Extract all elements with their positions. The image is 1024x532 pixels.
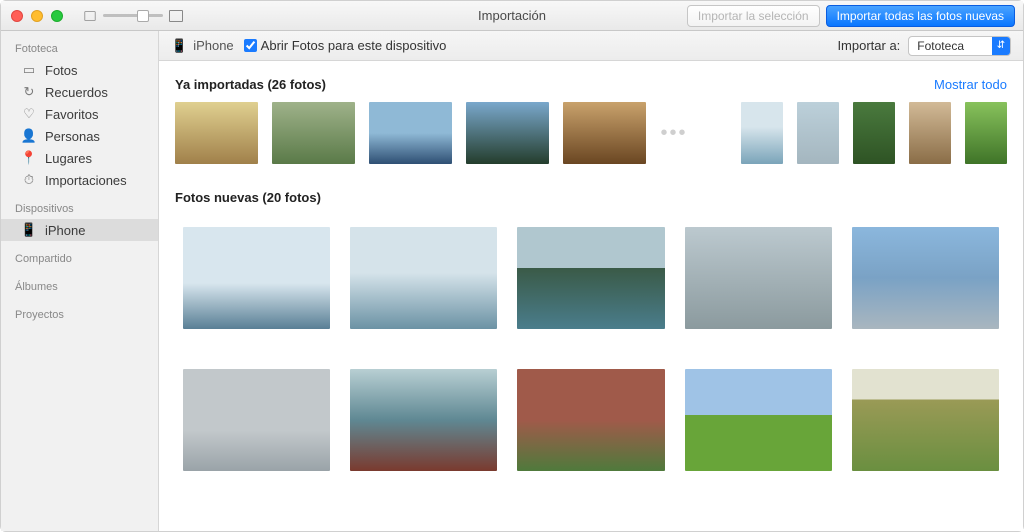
minimize-window[interactable] [31,10,43,22]
new-photo-thumb[interactable] [517,369,664,471]
sidebar-item-photos[interactable]: ▭ Fotos [1,59,158,81]
sidebar-item-label: Fotos [45,63,78,78]
people-icon: 👤 [21,128,37,144]
sidebar-item-label: Recuerdos [45,85,108,100]
import-to-value: Fototeca [909,39,992,53]
iphone-icon: 📱 [21,222,37,238]
import-selected-button[interactable]: Importar la selección [687,5,820,27]
import-all-new-button[interactable]: Importar todas las fotos nuevas [826,5,1015,27]
sidebar-item-imports[interactable]: ⏱ Importaciones [1,169,158,191]
close-window[interactable] [11,10,23,22]
new-photo-thumb[interactable] [517,227,664,329]
sidebar-item-people[interactable]: 👤 Personas [1,125,158,147]
favorites-icon: ♡ [21,106,37,122]
imported-thumb[interactable] [741,102,783,164]
sidebar: Fototeca ▭ Fotos ↻ Recuerdos ♡ Favoritos… [1,31,159,531]
imports-icon: ⏱ [21,172,37,188]
sidebar-item-label: Importaciones [45,173,127,188]
imported-thumb[interactable] [563,102,646,164]
new-photo-thumb[interactable] [852,369,999,471]
device-indicator: 📱 iPhone [171,38,234,54]
new-photos-grid [175,215,1007,491]
content-area: Ya importadas (26 fotos) Mostrar todo ••… [159,61,1023,531]
imported-thumb[interactable] [909,102,951,164]
import-subtoolbar: 📱 iPhone Abrir Fotos para este dispositi… [159,31,1023,61]
sidebar-item-memories[interactable]: ↻ Recuerdos [1,81,158,103]
imported-thumb[interactable] [369,102,452,164]
sidebar-projects-header: Proyectos [1,305,158,325]
new-photos-header: Fotos nuevas (20 fotos) [175,190,321,205]
already-imported-header: Ya importadas (26 fotos) [175,77,326,92]
iphone-icon: 📱 [171,38,187,54]
sidebar-item-places[interactable]: 📍 Lugares [1,147,158,169]
imported-thumb[interactable] [797,102,839,164]
sidebar-item-favorites[interactable]: ♡ Favoritos [1,103,158,125]
new-photo-thumb[interactable] [350,369,497,471]
open-photos-checkbox-label: Abrir Fotos para este dispositivo [261,38,447,53]
imported-thumb[interactable] [965,102,1007,164]
places-icon: 📍 [21,150,37,166]
thumbnail-size-control [83,10,183,22]
device-name: iPhone [193,38,233,53]
sidebar-library-header: Fototeca [1,39,158,59]
open-photos-checkbox-input[interactable] [244,39,257,52]
more-indicator: ••• [660,122,688,145]
imported-thumb[interactable] [272,102,355,164]
new-photo-thumb[interactable] [183,227,330,329]
import-to-label: Importar a: [837,38,900,53]
imported-thumb[interactable] [175,102,258,164]
thumb-large-icon [169,10,183,22]
window-controls [11,10,63,22]
photos-icon: ▭ [21,62,37,78]
sidebar-devices-header: Dispositivos [1,199,158,219]
memories-icon: ↻ [21,84,37,100]
already-imported-row: ••• [175,102,1007,164]
new-photo-thumb[interactable] [183,369,330,471]
new-photo-thumb[interactable] [852,227,999,329]
thumb-small-icon [84,11,95,21]
sidebar-item-iphone[interactable]: 📱 iPhone [1,219,158,241]
titlebar: Importación Importar la selección Import… [1,1,1023,31]
chevron-updown-icon: ⇵ [992,37,1010,55]
zoom-window[interactable] [51,10,63,22]
imported-thumb[interactable] [466,102,549,164]
new-photo-thumb[interactable] [685,227,832,329]
sidebar-item-label: Favoritos [45,107,98,122]
imported-thumb[interactable] [853,102,895,164]
new-photo-thumb[interactable] [350,227,497,329]
show-all-link[interactable]: Mostrar todo [934,77,1007,92]
sidebar-item-label: Personas [45,129,100,144]
thumbnail-size-slider[interactable] [103,14,163,17]
sidebar-shared-header: Compartido [1,249,158,269]
new-photo-thumb[interactable] [685,369,832,471]
import-to-select[interactable]: Fototeca ⇵ [908,36,1011,56]
window-title: Importación [478,8,546,23]
sidebar-item-label: iPhone [45,223,85,238]
open-photos-checkbox[interactable]: Abrir Fotos para este dispositivo [244,38,447,53]
sidebar-item-label: Lugares [45,151,92,166]
sidebar-albums-header: Álbumes [1,277,158,297]
